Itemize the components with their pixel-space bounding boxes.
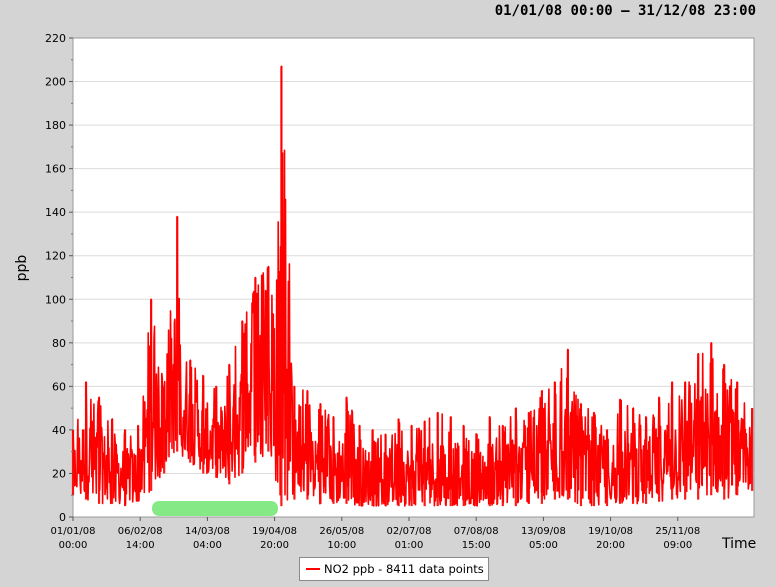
no2-line-chart: 020406080100120140160180200220 01/01/080… [14,32,756,552]
x-tick-label-time: 01:00 [395,540,424,551]
highlight-marker [152,501,278,516]
y-tick-label: 100 [45,293,66,306]
y-tick-label: 180 [45,119,66,132]
x-tick-label: 06/02/08 [118,526,163,537]
x-tick-label: 02/07/08 [387,526,432,537]
y-tick-label: 0 [59,511,66,524]
y-tick-label: 220 [45,32,66,45]
y-tick-label: 140 [45,206,66,219]
y-tick-label: 20 [52,467,66,480]
y-tick-label: 60 [52,380,66,393]
y-axis-ticks: 0 20 40 60 80 100 120 140 160 180 200 220 [45,32,73,524]
y-tick-label: 200 [45,76,66,89]
green-highlight [152,501,278,516]
x-tick-label-time: 10:00 [327,540,356,551]
y-axis-label: ppb [14,255,30,282]
y-tick-label: 160 [45,163,66,176]
x-tick-label: 26/05/08 [319,526,364,537]
x-tick-label-time: 15:00 [462,540,491,551]
y-tick-label: 80 [52,337,66,350]
x-tick-label-time: 20:00 [596,540,625,551]
x-tick-label: 14/03/08 [185,526,230,537]
chart-window: 01/01/08 00:00 – 31/12/08 23:00 0 20 40 60 8… [0,0,776,587]
x-tick-label-time: 00:00 [59,540,88,551]
x-tick-label: 13/09/08 [521,526,566,537]
x-tick-label-time: 09:00 [663,540,692,551]
x-tick-label: 25/11/08 [655,526,700,537]
x-tick-label-time: 05:00 [529,540,558,551]
x-tick-label-time: 20:00 [260,540,289,551]
y-tick-label: 120 [45,250,66,263]
x-tick-label: 07/08/08 [454,526,499,537]
x-tick-label: 01/01/08 [51,526,96,537]
legend: NO2 ppb - 8411 data points [299,557,489,581]
legend-swatch [306,568,320,570]
x-axis-ticks: 01/01/08 00:00 06/02/08 14:00 14/03/08 04:00 1… [51,517,700,551]
x-tick-label: 19/10/08 [588,526,633,537]
x-tick-label-time: 04:00 [193,540,222,551]
legend-label: NO2 ppb - 8411 data points [324,562,484,576]
x-tick-label-time: 14:00 [126,540,155,551]
x-axis-label: Time [721,536,756,552]
y-tick-label: 40 [52,424,66,437]
x-tick-label: 19/04/08 [252,526,297,537]
